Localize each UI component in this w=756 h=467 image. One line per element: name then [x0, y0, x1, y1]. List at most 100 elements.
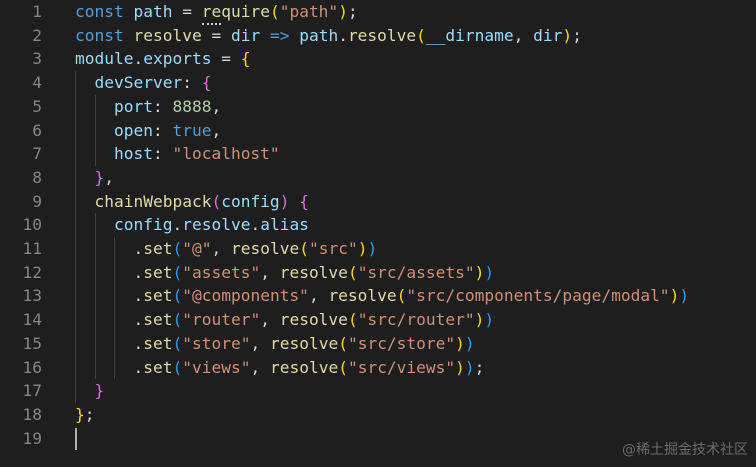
code-text: };: [75, 403, 95, 427]
code-token: exports: [143, 49, 212, 69]
code-token: (: [172, 333, 183, 353]
code-token: .: [133, 49, 144, 69]
line-number: 15: [22, 333, 43, 353]
code-text: port: 8888,: [75, 95, 221, 119]
code-token: ;: [572, 25, 582, 45]
code-token: ,: [513, 25, 534, 45]
code-line[interactable]: 18};: [0, 403, 756, 427]
line-number: 18: [22, 404, 43, 424]
code-text: host: "localhost": [75, 142, 280, 166]
line-number: 17: [22, 381, 43, 401]
code-token: .: [75, 357, 144, 377]
code-token: ): [357, 239, 368, 258]
code-token: ,: [260, 262, 280, 282]
code-token: "src": [308, 239, 358, 258]
code-token: ): [474, 310, 485, 330]
code-token: require: [201, 2, 270, 21]
code-token: =: [172, 2, 202, 21]
code-token: dir: [533, 25, 563, 45]
code-text: devServer: {: [75, 71, 212, 95]
code-token: (: [416, 25, 426, 45]
code-token: chainWebpack: [94, 191, 212, 211]
code-token: dir: [230, 25, 261, 45]
code-token: config: [113, 215, 173, 235]
code-text: const resolve = dir => path.resolve(__di…: [75, 24, 582, 48]
code-token: __dirname: [425, 25, 514, 45]
line-number: 7: [32, 144, 42, 164]
line-number: 13: [22, 286, 43, 306]
code-token: :: [152, 144, 173, 164]
code-token: ): [338, 2, 348, 21]
code-editor[interactable]: 1 const path = require("path"); 2 const res…: [0, 0, 756, 467]
line-number: 12: [22, 262, 43, 282]
code-token: .: [75, 333, 144, 353]
hint-underline: [201, 20, 222, 25]
code-token: (: [396, 286, 407, 306]
code-token: .: [172, 215, 183, 235]
code-token: ): [484, 262, 495, 282]
code-token: ): [367, 239, 378, 258]
code-token: }: [94, 167, 105, 187]
code-token: ,: [211, 120, 222, 140]
code-token: (: [299, 239, 309, 258]
code-token: =>: [260, 25, 300, 45]
code-token: {: [299, 191, 309, 211]
code-token: ,: [308, 286, 329, 306]
code-line[interactable]: 8 },: [0, 166, 756, 190]
code-text: .set("@components", resolve("src/compone…: [75, 284, 689, 308]
code-token: :: [152, 120, 173, 140]
code-line[interactable]: 3 module.exports = {: [0, 47, 756, 71]
code-token: resolve: [279, 262, 348, 282]
code-token: alias: [260, 215, 309, 235]
code-token: set: [143, 310, 173, 330]
code-token: "localhost": [172, 144, 280, 164]
code-token: set: [143, 333, 173, 353]
line-number: 4: [32, 73, 42, 93]
code-token: "router": [182, 310, 261, 330]
code-text: .set("store", resolve("src/store")): [75, 332, 474, 356]
code-token: ): [455, 333, 465, 353]
code-token: ;: [474, 357, 485, 377]
code-token: set: [143, 262, 173, 282]
code-token: path: [299, 25, 339, 45]
code-token: "store": [182, 333, 251, 353]
code-line[interactable]: 7 host: "localhost": [0, 142, 756, 166]
line-number: 9: [32, 191, 42, 211]
code-line[interactable]: 10 config.resolve.alias: [0, 213, 756, 237]
code-token: ,: [250, 357, 270, 377]
code-token: ): [279, 191, 290, 211]
code-token: }: [94, 381, 105, 401]
code-line[interactable]: 4 devServer: {: [0, 71, 756, 95]
code-token: ,: [211, 239, 231, 258]
code-line[interactable]: 1 const path = require("path");: [0, 0, 756, 24]
code-token: .: [75, 310, 144, 330]
code-token: config: [221, 191, 280, 211]
code-line[interactable]: 6 open: true,: [0, 119, 756, 143]
code-token: resolve: [230, 239, 300, 258]
code-token: ,: [104, 167, 114, 187]
code-token: ;: [84, 404, 95, 424]
code-token: ): [669, 286, 680, 306]
code-line[interactable]: 17 }: [0, 379, 756, 403]
code-text: config.resolve.alias: [75, 213, 309, 237]
code-line[interactable]: 2 const resolve = dir => path.resolve(__d…: [0, 24, 756, 48]
code-line[interactable]: 9 chainWebpack(config) {: [0, 190, 756, 214]
code-token: ): [455, 357, 465, 377]
line-number: 3: [32, 49, 42, 69]
code-token: const: [75, 25, 134, 45]
code-token: ,: [250, 333, 270, 353]
code-token: resolve: [182, 215, 251, 235]
line-number: 8: [32, 167, 42, 187]
code-token: "assets": [182, 262, 261, 282]
code-token: module: [75, 49, 134, 69]
code-line[interactable]: 5 port: 8888,: [0, 95, 756, 119]
code-token: "@components": [182, 286, 309, 306]
indent-guide: [114, 237, 115, 380]
code-text: },: [75, 166, 115, 190]
code-token: "src/views": [347, 357, 456, 377]
code-token: {: [240, 49, 251, 69]
